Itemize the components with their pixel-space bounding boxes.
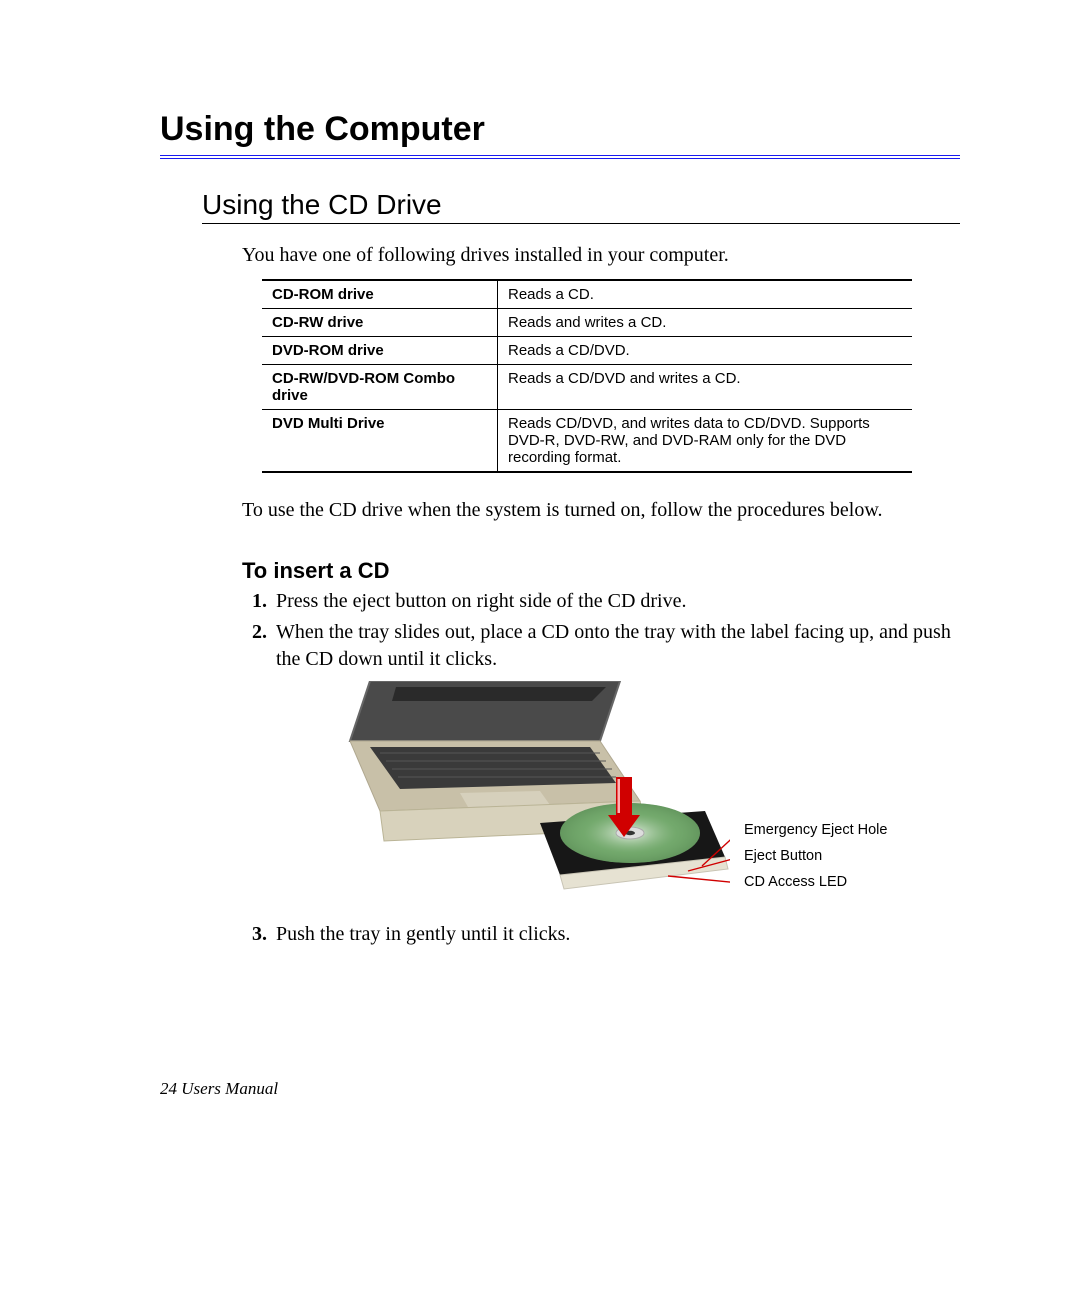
drive-table: CD-ROM drive Reads a CD. CD-RW drive Rea… — [262, 279, 912, 473]
section-title: Using the CD Drive — [202, 189, 960, 221]
drive-desc: Reads a CD/DVD. — [498, 337, 913, 365]
steps-list-cont: Push the tray in gently until it clicks. — [242, 921, 960, 948]
intro-text: You have one of following drives install… — [242, 242, 960, 269]
insert-heading: To insert a CD — [242, 558, 960, 584]
laptop-cd-illustration — [310, 681, 730, 911]
table-row: CD-ROM drive Reads a CD. — [262, 280, 912, 309]
callout-cd-access-led: CD Access LED — [744, 869, 887, 895]
usage-text: To use the CD drive when the system is t… — [242, 497, 960, 524]
drive-name: CD-ROM drive — [262, 280, 498, 309]
table-row: CD-RW/DVD-ROM Combo drive Reads a CD/DVD… — [262, 365, 912, 410]
step-item: Press the eject button on right side of … — [272, 588, 960, 615]
drive-name: CD-RW/DVD-ROM Combo drive — [262, 365, 498, 410]
section-rule — [202, 223, 960, 224]
step-item: When the tray slides out, place a CD ont… — [272, 619, 960, 673]
drive-desc: Reads and writes a CD. — [498, 309, 913, 337]
steps-list: Press the eject button on right side of … — [242, 588, 960, 673]
figure-callouts: Emergency Eject Hole Eject Button CD Acc… — [744, 817, 887, 895]
table-row: DVD-ROM drive Reads a CD/DVD. — [262, 337, 912, 365]
figure: Emergency Eject Hole Eject Button CD Acc… — [310, 681, 960, 911]
page-footer: 24 Users Manual — [160, 1079, 278, 1099]
callout-eject-button: Eject Button — [744, 843, 887, 869]
drive-desc: Reads CD/DVD, and writes data to CD/DVD.… — [498, 410, 913, 473]
step-item: Push the tray in gently until it clicks. — [272, 921, 960, 948]
callout-emergency-eject: Emergency Eject Hole — [744, 817, 887, 843]
chapter-title: Using the Computer — [160, 110, 960, 149]
table-row: DVD Multi Drive Reads CD/DVD, and writes… — [262, 410, 912, 473]
drive-desc: Reads a CD. — [498, 280, 913, 309]
drive-name: CD-RW drive — [262, 309, 498, 337]
drive-name: DVD Multi Drive — [262, 410, 498, 473]
drive-name: DVD-ROM drive — [262, 337, 498, 365]
table-row: CD-RW drive Reads and writes a CD. — [262, 309, 912, 337]
chapter-rule — [160, 155, 960, 159]
drive-desc: Reads a CD/DVD and writes a CD. — [498, 365, 913, 410]
